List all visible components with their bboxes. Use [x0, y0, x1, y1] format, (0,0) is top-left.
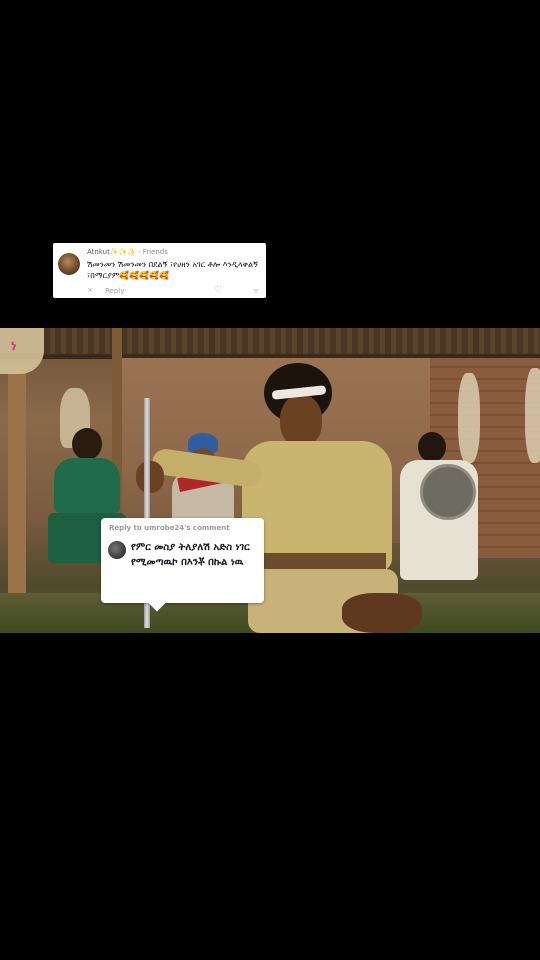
video-frame[interactable]: ነ	[0, 328, 540, 633]
commenter-avatar[interactable]	[58, 253, 80, 275]
comment-footer: × Reply ♡ ▿	[87, 285, 258, 297]
comment-card[interactable]: Atnkut✨✨✨ · Friends ሽመንመን ሽመንመን በደልኝ ፣የሀ…	[53, 243, 266, 298]
channel-logo-icon[interactable]: ነ	[0, 328, 44, 374]
thumbs-down-icon[interactable]: ▿	[254, 286, 258, 295]
reply-comment-sticker[interactable]: Reply to umrobe24's comment የምር መስያ ትለያለ…	[101, 518, 264, 612]
roof-thatch	[0, 328, 540, 356]
comment-text: ሽመንመን ሽመንመን በደልኝ ፣የሀዘን አገር ቶሎ እንዲላቅልኝ ፣በ…	[87, 260, 258, 280]
close-icon[interactable]: ×	[87, 286, 93, 294]
reply-sticker-text: የምር መስያ ትለያለሽ አድስ ነገር የሚመጣዉኮ በእንቾ በኩል ነዉ	[131, 542, 250, 568]
comment-author-line: Atnkut✨✨✨ · Friends	[87, 248, 260, 257]
reply-button[interactable]: Reply	[105, 287, 124, 295]
hanging-hide	[525, 368, 540, 463]
comment-author-name[interactable]: Atnkut	[87, 248, 110, 256]
replied-user-avatar	[108, 541, 126, 559]
reply-to-label: Reply to umrobe24's comment	[109, 524, 230, 532]
wooden-pole	[8, 368, 26, 608]
channel-logo-text: ነ	[11, 338, 17, 354]
comment-author-suffix: ✨✨✨ · Friends	[109, 248, 168, 256]
heart-outline-icon[interactable]: ♡	[214, 285, 222, 295]
